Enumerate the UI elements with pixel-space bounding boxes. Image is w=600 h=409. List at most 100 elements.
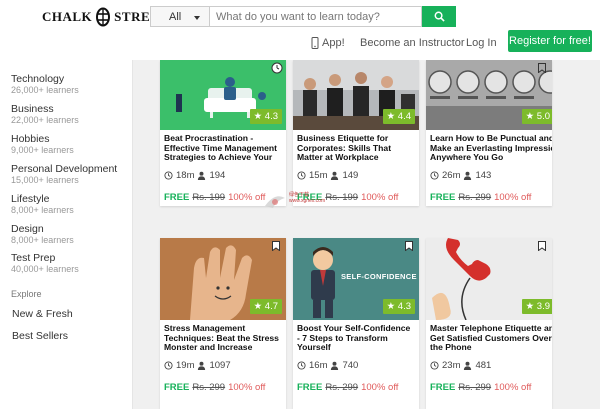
course-card[interactable]: SELF-CONFIDENCE ★ 4.3 Boost Your Self-Co… xyxy=(293,238,419,409)
bookmark-icon[interactable] xyxy=(405,241,413,251)
clock-icon xyxy=(297,361,306,370)
course-title[interactable]: Master Telephone Etiquette and Get Satis… xyxy=(426,324,552,352)
course-price: FREE Rs. 299 100% off xyxy=(160,382,286,393)
sidebar-item-hobbies[interactable]: Hobbies 9,000+ learners xyxy=(11,133,74,156)
search-icon xyxy=(434,11,445,22)
sidebar-item-count: 26,000+ learners xyxy=(11,85,79,95)
sidebar-item-label: Business xyxy=(11,103,54,115)
search-category-select[interactable]: All xyxy=(150,6,209,27)
course-learners: 194 xyxy=(209,170,226,181)
rating-badge: ★ 4.3 xyxy=(382,299,415,314)
sidebar-item-personal-development[interactable]: Personal Development 15,000+ learners xyxy=(11,163,117,186)
sidebar-item-test-prep[interactable]: Test Prep 40,000+ learners xyxy=(11,252,79,275)
price-discount: 100% off xyxy=(494,192,532,203)
search-button[interactable] xyxy=(422,6,456,27)
user-icon xyxy=(198,171,206,180)
rating-value: 5.0 xyxy=(536,111,550,122)
price-discount: 100% off xyxy=(361,382,399,393)
course-card[interactable]: ★ 4.4 Business Etiquette for Corporates:… xyxy=(293,60,419,206)
price-discount: 100% off xyxy=(361,192,399,203)
caret-down-icon xyxy=(194,16,200,20)
rating-badge: ★ 3.9 xyxy=(521,299,552,314)
course-learners: 481 xyxy=(475,360,492,371)
user-icon xyxy=(198,361,206,370)
price-original: Rs. 299 xyxy=(458,192,492,203)
rating-value: 3.9 xyxy=(536,301,550,312)
bookmark-icon[interactable] xyxy=(272,241,280,251)
course-title[interactable]: Stress Management Techniques: Beat the S… xyxy=(160,324,286,352)
course-thumbnail: ★ 4.4 xyxy=(293,60,419,130)
sidebar-item-label: Lifestyle xyxy=(11,193,50,205)
course-card[interactable]: ★ 3.9 Master Telephone Etiquette and Get… xyxy=(426,238,552,409)
sidebar-item-count: 8,000+ learners xyxy=(11,235,74,245)
sidebar: Technology 26,000+ learners Business 22,… xyxy=(0,60,133,409)
course-duration: 15m xyxy=(309,170,328,181)
course-thumbnail: ★ 5.0 xyxy=(426,60,552,130)
sidebar-item-technology[interactable]: Technology 26,000+ learners xyxy=(11,73,79,96)
sidebar-item-count: 8,000+ learners xyxy=(11,205,74,215)
course-meta: 15m 149 xyxy=(293,170,419,181)
course-thumbnail: ★ 3.9 xyxy=(426,238,552,320)
app-link-label: App! xyxy=(322,37,345,49)
course-meta: 26m 143 xyxy=(426,170,552,181)
app-link[interactable]: App! xyxy=(311,36,345,50)
course-meta: 18m 194 xyxy=(160,170,286,181)
course-title-text: Learn How to Be Punctual and Make an Eve… xyxy=(430,134,552,162)
price-free: FREE xyxy=(164,192,190,203)
header: CHALK STREET All App! Become an Instruct… xyxy=(0,0,600,60)
course-learners: 143 xyxy=(475,170,492,181)
rating-badge: ★ 5.0 xyxy=(521,109,552,124)
sidebar-item-design[interactable]: Design 8,000+ learners xyxy=(11,223,74,246)
rating-badge: ★ 4.3 xyxy=(249,109,282,124)
sidebar-item-label: Design xyxy=(11,223,44,235)
sidebar-item-count: 9,000+ learners xyxy=(11,145,74,155)
course-title[interactable]: Learn How to Be Punctual and Make an Eve… xyxy=(426,134,552,162)
course-title[interactable]: Business Etiquette for Corporates: Skill… xyxy=(293,134,419,162)
search-input[interactable] xyxy=(209,6,422,27)
phone-icon xyxy=(311,37,319,49)
user-icon xyxy=(331,171,339,180)
sidebar-item-label: Test Prep xyxy=(11,252,56,264)
course-card[interactable]: ★ 4.7 Stress Management Techniques: Beat… xyxy=(160,238,286,409)
course-thumbnail: ★ 4.7 xyxy=(160,238,286,320)
course-duration: 16m xyxy=(309,360,328,371)
course-card[interactable]: ★ 5.0 Learn How to Be Punctual and Make … xyxy=(426,60,552,206)
clock-icon xyxy=(297,171,306,180)
register-button[interactable]: Register for free! xyxy=(508,30,592,52)
best-sellers-link[interactable]: Best Sellers xyxy=(12,330,68,342)
rating-value: 4.4 xyxy=(397,111,411,122)
bookmark-icon[interactable] xyxy=(538,241,546,251)
course-duration: 23m xyxy=(442,360,461,371)
sidebar-item-label: Technology xyxy=(11,73,65,85)
course-duration: 26m xyxy=(442,170,461,181)
price-original: Rs. 299 xyxy=(192,382,226,393)
new-and-fresh-link[interactable]: New & Fresh xyxy=(12,308,73,320)
price-original: Rs. 199 xyxy=(192,192,226,203)
price-discount: 100% off xyxy=(228,192,266,203)
bookmark-icon[interactable] xyxy=(538,63,546,73)
price-free: FREE xyxy=(430,382,456,393)
logo-mark-icon xyxy=(96,7,111,27)
course-title-text: Master Telephone Etiquette and Get Satis… xyxy=(430,324,552,352)
course-meta: 23m 481 xyxy=(426,360,552,371)
course-thumbnail: SELF-CONFIDENCE ★ 4.3 xyxy=(293,238,419,320)
sidebar-item-count: 22,000+ learners xyxy=(11,115,79,125)
course-learners: 740 xyxy=(342,360,359,371)
rating-value: 4.3 xyxy=(397,301,411,312)
course-card[interactable]: ★ 4.3 Beat Procrastination - Effective T… xyxy=(160,60,286,206)
clock-icon xyxy=(164,361,173,370)
search-category-label: All xyxy=(169,10,182,23)
login-link[interactable]: Log In xyxy=(466,36,497,50)
course-thumbnail: ★ 4.3 xyxy=(160,60,286,130)
course-learners: 1097 xyxy=(209,360,231,371)
clock-icon xyxy=(164,171,173,180)
sidebar-item-business[interactable]: Business 22,000+ learners xyxy=(11,103,79,126)
become-instructor-link[interactable]: Become an Instructor xyxy=(360,36,465,50)
sidebar-item-label: Hobbies xyxy=(11,133,50,145)
course-title[interactable]: Beat Procrastination - Effective Time Ma… xyxy=(160,134,286,162)
thumbnail-caption: SELF-CONFIDENCE xyxy=(341,272,417,281)
sidebar-item-lifestyle[interactable]: Lifestyle 8,000+ learners xyxy=(11,193,74,216)
explore-heading: Explore xyxy=(11,289,42,299)
rating-badge: ★ 4.4 xyxy=(382,109,415,124)
course-title[interactable]: Boost Your Self-Confidence - 7 Steps to … xyxy=(293,324,419,352)
